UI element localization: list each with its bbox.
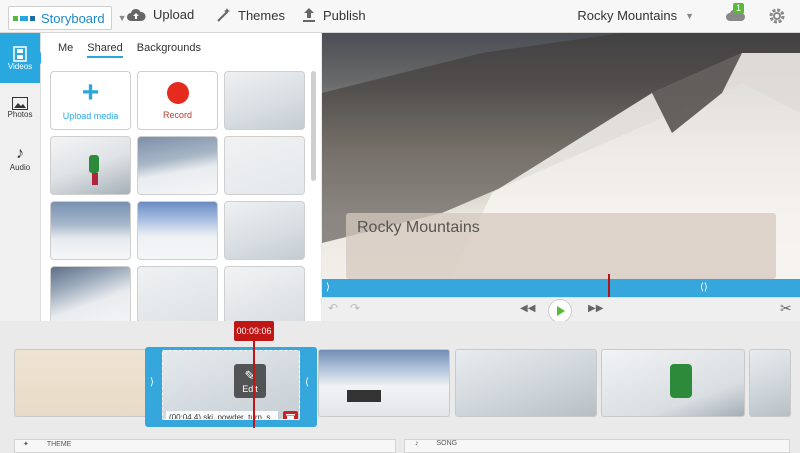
media-thumbnail[interactable] xyxy=(224,266,305,325)
selected-clip[interactable]: ⟩ ⟨ ✎ Edit (00:04.4) ski_powder_turn_s..… xyxy=(145,347,317,427)
rail-label: Audio xyxy=(9,162,31,172)
clip-trim-left-handle[interactable]: ⟩ xyxy=(150,377,154,388)
timeline-timecode: 00:09:06 xyxy=(234,321,274,341)
redo-icon[interactable]: ↷ xyxy=(350,301,360,315)
song-panel[interactable]: ♪ SONG xyxy=(404,439,790,453)
media-thumbnail[interactable] xyxy=(137,201,218,260)
top-toolbar: Storyboard ▼ Upload Themes Publish Rocky… xyxy=(0,0,800,33)
trash-icon[interactable] xyxy=(283,411,298,419)
video-preview[interactable]: Rocky Mountains ⟩ ⟨⟩ xyxy=(322,33,800,297)
media-grid: + Upload media Record xyxy=(50,71,305,325)
publish-button[interactable]: Publish xyxy=(302,7,366,23)
project-name: Rocky Mountains xyxy=(577,8,678,23)
trim-start-handle[interactable]: ⟩ xyxy=(326,282,330,293)
media-thumbnail[interactable] xyxy=(50,201,131,260)
storyboard-label: Storyboard xyxy=(41,10,105,26)
storyboard-menu[interactable]: Storyboard ▼ xyxy=(8,6,127,30)
media-thumbnail[interactable] xyxy=(50,266,131,325)
rail-item-photos[interactable]: Photos xyxy=(0,83,40,133)
tab-shared[interactable]: Shared xyxy=(87,42,123,58)
timeline-clip[interactable] xyxy=(455,349,597,417)
record-label: Record xyxy=(162,109,192,120)
edit-button[interactable]: ✎ Edit xyxy=(234,364,266,398)
media-thumbnail[interactable] xyxy=(224,136,305,195)
rail-label: Photos xyxy=(7,110,33,119)
image-icon xyxy=(12,97,28,110)
media-thumbnail[interactable] xyxy=(224,201,305,260)
plus-icon: + xyxy=(81,75,100,109)
clip-trim-right-handle[interactable]: ⟨ xyxy=(305,377,309,388)
tab-me[interactable]: Me xyxy=(58,42,73,58)
song-label: SONG xyxy=(436,440,458,447)
rail-item-videos[interactable]: Videos xyxy=(0,33,46,83)
upload-label: Upload xyxy=(153,7,195,22)
theme-panel[interactable]: ✦ THEME xyxy=(14,439,396,453)
theme-label: THEME xyxy=(46,441,72,448)
timeline-clip[interactable] xyxy=(749,349,791,417)
scissors-icon[interactable]: ✂ xyxy=(780,300,792,317)
media-thumbnail[interactable] xyxy=(50,136,131,195)
play-icon xyxy=(557,306,565,316)
timeline-clip[interactable] xyxy=(318,349,450,417)
trim-end-handle[interactable]: ⟨⟩ xyxy=(700,282,708,293)
film-icon xyxy=(13,45,27,62)
themes-button[interactable]: Themes xyxy=(215,7,285,23)
play-button[interactable] xyxy=(548,299,572,323)
selected-clip-thumbnail: ✎ Edit (00:04.4) ski_powder_turn_s... xyxy=(162,350,300,420)
rail-item-audio[interactable]: ♪ Audio xyxy=(0,133,40,183)
media-type-rail: Videos Photos ♪ Audio xyxy=(0,33,46,321)
upload-button[interactable]: Upload xyxy=(126,7,194,22)
sparkle-icon: ✦ xyxy=(23,441,29,448)
media-library: Me Shared Backgrounds + Upload media Rec… xyxy=(41,33,321,325)
publish-label: Publish xyxy=(323,7,366,23)
project-name-menu[interactable]: Rocky Mountains ▼ xyxy=(577,8,694,23)
gear-icon[interactable] xyxy=(768,7,786,25)
media-thumbnail[interactable] xyxy=(224,71,305,130)
timeline-clip[interactable] xyxy=(601,349,745,417)
storyboard-logo-icon xyxy=(13,15,35,21)
edit-label: Edit xyxy=(242,384,258,394)
chevron-down-icon: ▼ xyxy=(685,10,694,21)
storyboard-selector[interactable]: Storyboard xyxy=(8,6,112,30)
library-tabs: Me Shared Backgrounds xyxy=(58,42,201,58)
library-scrollbar[interactable] xyxy=(311,71,316,181)
record-button[interactable]: Record xyxy=(137,71,218,130)
timeline-playhead[interactable] xyxy=(253,341,255,428)
upload-media-label: Upload media xyxy=(62,110,119,121)
record-icon xyxy=(166,81,189,104)
skip-back-icon[interactable]: ◀◀ xyxy=(520,303,535,314)
cloud-upload-icon xyxy=(127,8,146,21)
playback-controls: ↶ ↷ ◀◀ ▶▶ ✂ xyxy=(322,297,800,323)
preview-playhead[interactable] xyxy=(608,274,610,297)
music-note-icon: ♪ xyxy=(415,440,419,447)
title-overlay-text: Rocky Mountains xyxy=(357,219,480,236)
themes-label: Themes xyxy=(238,7,285,23)
title-overlay[interactable]: Rocky Mountains xyxy=(346,213,776,279)
skip-forward-icon[interactable]: ▶▶ xyxy=(588,303,603,314)
timeline-clip-theme-intro[interactable] xyxy=(14,349,148,417)
media-thumbnail[interactable] xyxy=(137,266,218,325)
publish-icon xyxy=(303,8,315,22)
media-thumbnail[interactable] xyxy=(137,136,218,195)
notification-badge: 1 xyxy=(733,3,745,14)
trim-scrubber[interactable]: ⟩ ⟨⟩ xyxy=(322,274,800,297)
music-note-icon: ♪ xyxy=(16,144,24,162)
undo-icon[interactable]: ↶ xyxy=(328,301,338,315)
clip-filename: (00:04.4) ski_powder_turn_s... xyxy=(166,411,278,419)
magic-wand-icon xyxy=(217,8,230,22)
rail-label: Videos xyxy=(7,61,33,71)
tab-backgrounds[interactable]: Backgrounds xyxy=(137,42,201,58)
storyboard-timeline: ⟩ ⟨ ✎ Edit (00:04.4) ski_powder_turn_s..… xyxy=(0,321,800,453)
upload-media-button[interactable]: + Upload media xyxy=(50,71,131,130)
